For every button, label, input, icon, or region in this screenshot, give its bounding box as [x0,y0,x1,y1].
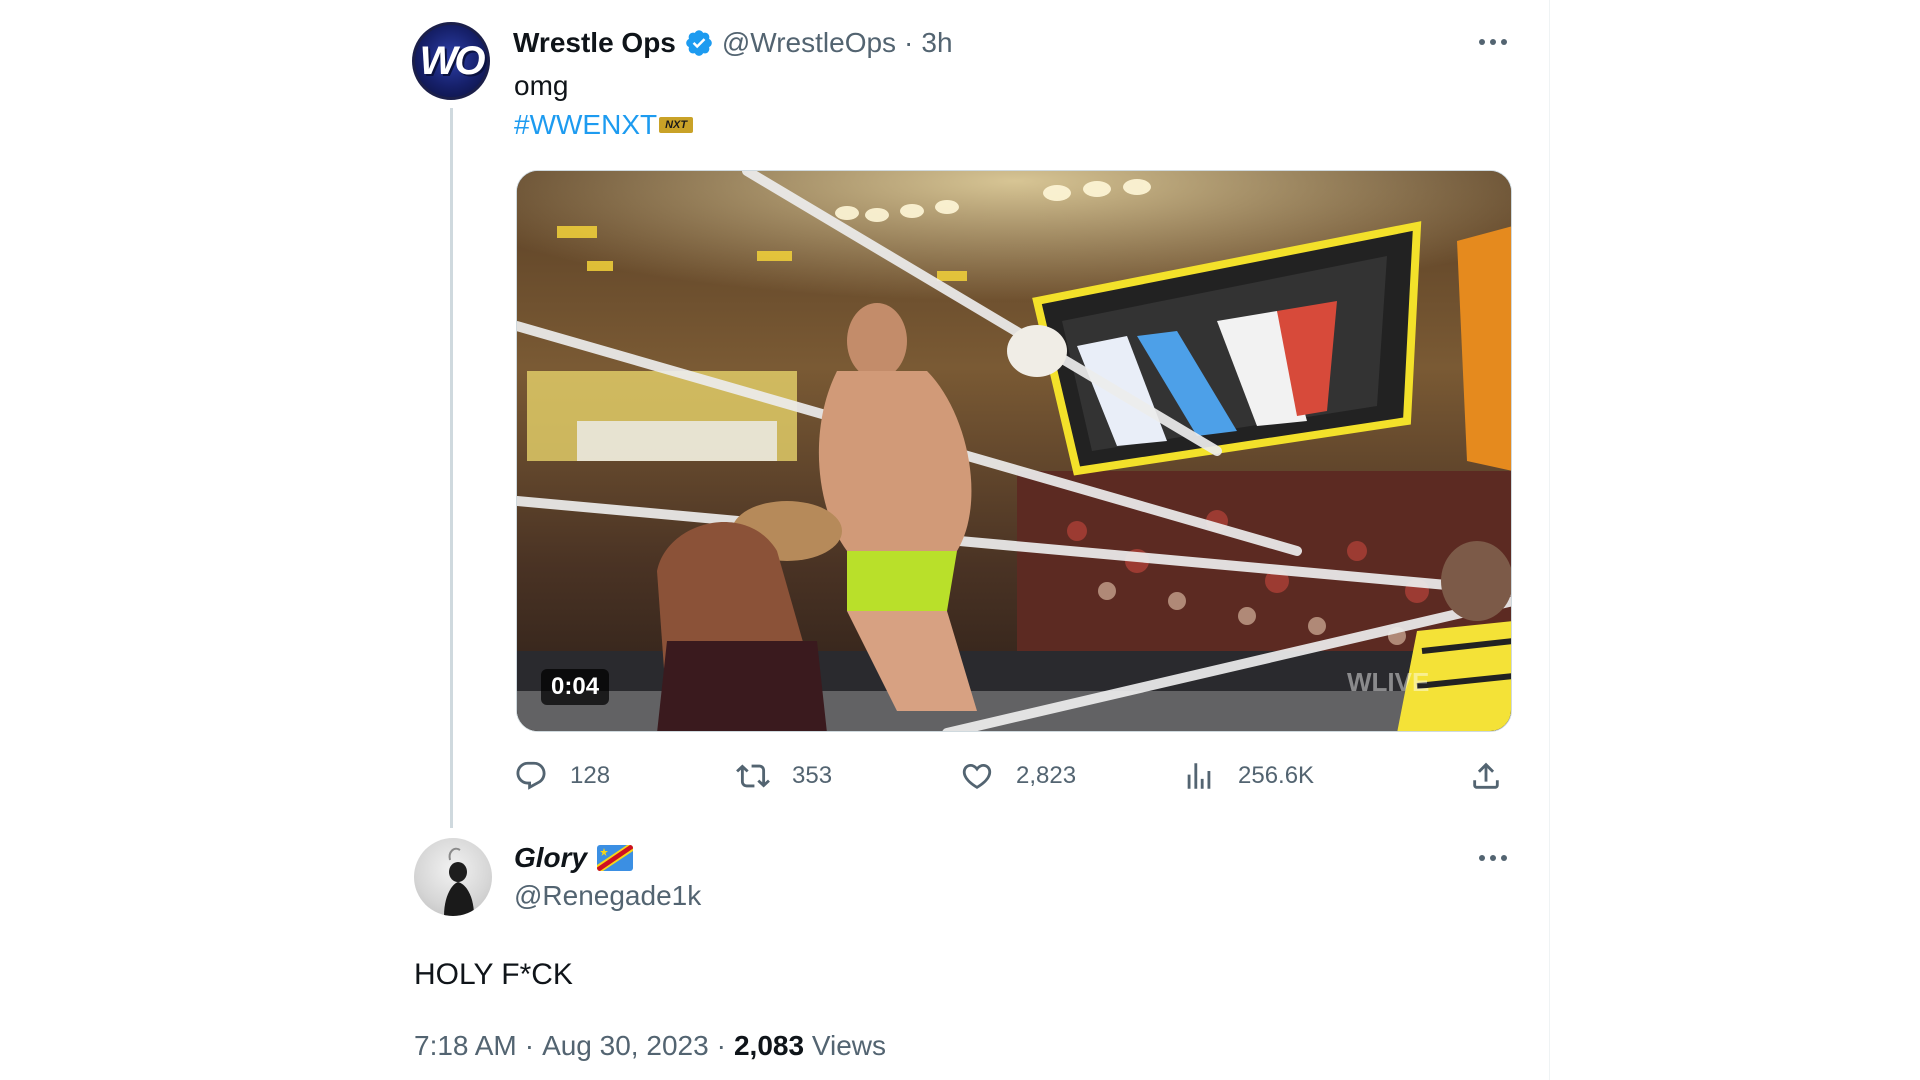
retweet-button[interactable]: 353 [736,756,832,796]
video-duration-badge: 0:04 [541,669,610,705]
header-separator: · [904,27,914,58]
reply-author-name-row: Glory [514,842,634,874]
retweet-count: 353 [792,762,833,789]
more-options-icon[interactable] [1473,30,1513,54]
reply-views-label: Views [811,1030,887,1061]
reply-time[interactable]: 7:18 AM [414,1030,517,1062]
reply-date[interactable]: Aug 30, 2023 [542,1030,709,1062]
tweet-text: omg [514,70,569,101]
heart-icon [962,763,992,789]
glory-avatar[interactable] [414,838,492,916]
nxt-hashflag-icon: NXT [659,117,694,133]
reply-count: 128 [570,762,611,789]
views-button[interactable]: 256.6K [1182,756,1314,796]
analytics-icon [1187,763,1211,789]
reply-button[interactable]: 128 [514,756,610,796]
reply-views-count: 2,083 [733,1030,805,1061]
reply-author-handle[interactable]: @Renegade1k [514,880,701,912]
reply-author-display-name[interactable]: Glory [514,842,587,874]
share-icon [1473,762,1499,789]
retweet-icon [736,764,770,788]
meta-separator-2: · [716,1030,726,1061]
reply-tweet-meta: 7:18 AM · Aug 30, 2023 · 2,083 Views [414,1030,886,1062]
wwe-live-watermark: WLIVE [1347,667,1429,697]
view-count: 256.6K [1238,762,1315,789]
video-player[interactable]: WLIVE 0:04 [516,170,1512,732]
avatar-silhouette [444,847,474,916]
video-thumbnail: WLIVE [517,171,1511,731]
author-display-name[interactable]: Wrestle Ops [513,27,676,59]
avatar-logo-text: WO [419,38,486,83]
author-handle[interactable]: @WrestleOps [722,27,896,59]
reply-icon [516,761,546,790]
hashtag-link[interactable]: #WWENXT NXT [514,109,694,141]
tweet-actions-bar: 128 353 2,823 256.6K [514,756,1514,796]
wrestleops-avatar[interactable]: WO [412,22,490,100]
meta-separator: · [524,1030,535,1061]
parent-tweet-header: Wrestle Ops @WrestleOps · 3h [513,26,953,60]
hashtag-text[interactable]: #WWENXT [514,109,657,141]
reply-views[interactable]: 2,083 Views [734,1030,886,1062]
thread-connector-line [450,108,453,828]
reply-more-options-icon[interactable] [1473,846,1513,870]
tweet-timestamp[interactable]: 3h [921,27,952,59]
like-button[interactable]: 2,823 [960,756,1076,796]
reply-tweet-text: HOLY F*CK [414,958,573,991]
verified-badge-icon [686,30,712,56]
dr-congo-flag-icon [597,845,634,871]
share-button[interactable] [1469,756,1503,796]
like-count: 2,823 [1016,762,1077,789]
